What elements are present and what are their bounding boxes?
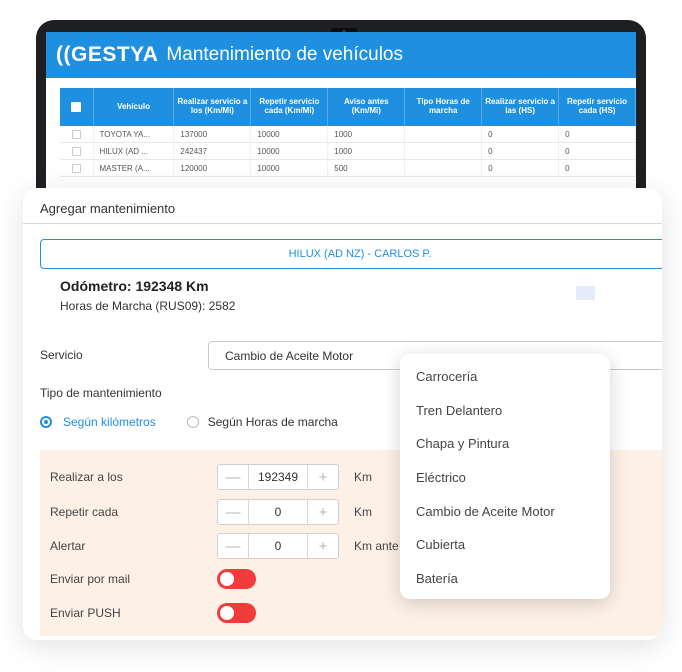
cell: 1000 [328, 126, 406, 142]
decrement-button[interactable]: — [218, 534, 248, 558]
select-all-checkbox[interactable] [60, 88, 94, 126]
placeholder-square [576, 286, 595, 300]
maintenance-type-radio-group: Según kilómetros Según Horas de marcha [40, 415, 338, 429]
cell: 0 [482, 143, 560, 159]
grid-body: TOYOTA YA... 137000 10000 1000 0 0 HILUX… [60, 126, 636, 177]
cell: 0 [482, 126, 560, 142]
menu-item-electrico[interactable]: Eléctrico [400, 461, 610, 495]
maintenance-type-label: Tipo de mantenimiento [40, 386, 162, 400]
cell: 0 [559, 143, 636, 159]
cell: 0 [559, 126, 636, 142]
cell: 500 [328, 160, 406, 176]
mail-toggle[interactable] [217, 569, 256, 589]
cell-vehicle: MASTER (A... [94, 160, 175, 176]
table-row[interactable]: MASTER (A... 120000 10000 500 0 0 [60, 160, 636, 177]
cell [405, 143, 483, 159]
row-checkbox[interactable] [60, 160, 94, 176]
mail-label: Enviar por mail [50, 572, 131, 586]
cell: 10000 [251, 126, 329, 142]
divider [23, 223, 662, 224]
menu-item-tren-delantero[interactable]: Tren Delantero [400, 394, 610, 428]
stage: ((GESTYA Mantenimiento de vehículos Vehí… [0, 0, 682, 672]
alertar-stepper: — 0 + [217, 533, 339, 559]
push-label: Enviar PUSH [50, 606, 121, 620]
checkbox-icon [71, 102, 82, 112]
menu-item-chapa-pintura[interactable]: Chapa y Pintura [400, 427, 610, 461]
cell: 0 [559, 160, 636, 176]
radio-km-label[interactable]: Según kilómetros [63, 415, 156, 429]
checkbox-icon [71, 129, 81, 139]
cell [405, 160, 483, 176]
increment-button[interactable]: + [308, 534, 338, 558]
realizar-input[interactable]: 192349 [248, 465, 308, 489]
cell: 10000 [251, 160, 329, 176]
repetir-label: Repetir cada [50, 505, 119, 519]
unit-label: Km [354, 505, 372, 519]
engine-hours-text: Horas de Marcha (RUS09): 2582 [60, 299, 236, 313]
menu-item-carroceria[interactable]: Carrocería [400, 360, 610, 394]
cell: 137000 [174, 126, 252, 142]
col-header-aviso[interactable]: Aviso antes (Km/Mi) [328, 88, 406, 126]
col-header-repetir-km[interactable]: Repetir servicio cada (Km/Mi) [251, 88, 329, 126]
alertar-input[interactable]: 0 [248, 534, 308, 558]
push-toggle[interactable] [217, 603, 256, 623]
cell: 10000 [251, 143, 329, 159]
page-title: Mantenimiento de vehículos [166, 44, 404, 65]
checkbox-icon [71, 163, 81, 173]
cell: 120000 [174, 160, 252, 176]
col-header-realizar-km[interactable]: Realizar servicio a los (Km/Mi) [174, 88, 252, 126]
checkbox-icon [71, 146, 81, 156]
cell-vehicle: HILUX (AD ... [94, 143, 175, 159]
repetir-input[interactable]: 0 [248, 500, 308, 524]
gestya-logo: ((GESTYA [56, 43, 159, 66]
service-dropdown-menu: Carrocería Tren Delantero Chapa y Pintur… [400, 354, 610, 599]
col-header-realizar-hs[interactable]: Realizar servicio a las (HS) [482, 88, 560, 126]
increment-button[interactable]: + [308, 500, 338, 524]
cell [405, 126, 483, 142]
menu-item-bateria[interactable]: Batería [400, 562, 610, 596]
repetir-stepper: — 0 + [217, 499, 339, 525]
col-header-tipo-horas[interactable]: Tipo Horas de marcha [405, 88, 483, 126]
modal-title: Agregar mantenimiento [40, 201, 176, 216]
col-header-vehicle[interactable]: Vehículo [94, 88, 175, 126]
table-row[interactable]: HILUX (AD ... 242437 10000 1000 0 0 [60, 143, 636, 160]
cell: 0 [482, 160, 560, 176]
decrement-button[interactable]: — [218, 500, 248, 524]
cell: 242437 [174, 143, 252, 159]
decrement-button[interactable]: — [218, 465, 248, 489]
realizar-stepper: — 192349 + [217, 464, 339, 490]
grid-header: Vehículo Realizar servicio a los (Km/Mi)… [60, 88, 636, 126]
odometer-text: Odómetro: 192348 Km [60, 278, 209, 294]
unit-label: Km [354, 470, 372, 484]
vehicle-selector[interactable]: HILUX (AD NZ) - CARLOS P. [40, 239, 662, 269]
radio-hours-label[interactable]: Según Horas de marcha [208, 415, 338, 429]
col-header-repetir-hs[interactable]: Repetir servicio cada (HS) [559, 88, 636, 126]
menu-item-cambio-aceite[interactable]: Cambio de Aceite Motor [400, 494, 610, 528]
menu-item-cubierta[interactable]: Cubierta [400, 528, 610, 562]
alertar-label: Alertar [50, 539, 86, 553]
realizar-label: Realizar a los [50, 470, 123, 484]
cell-vehicle: TOYOTA YA... [94, 126, 175, 142]
unit-label: Km ante [354, 539, 399, 553]
app-header: ((GESTYA Mantenimiento de vehículos [46, 32, 636, 78]
radio-km[interactable] [40, 416, 52, 428]
table-row[interactable]: TOYOTA YA... 137000 10000 1000 0 0 [60, 126, 636, 143]
radio-hours[interactable] [186, 416, 199, 428]
increment-button[interactable]: + [308, 465, 338, 489]
row-push: Enviar PUSH [40, 600, 662, 626]
row-checkbox[interactable] [60, 126, 94, 142]
service-label: Servicio [40, 348, 83, 362]
cell: 1000 [328, 143, 406, 159]
row-checkbox[interactable] [60, 143, 94, 159]
